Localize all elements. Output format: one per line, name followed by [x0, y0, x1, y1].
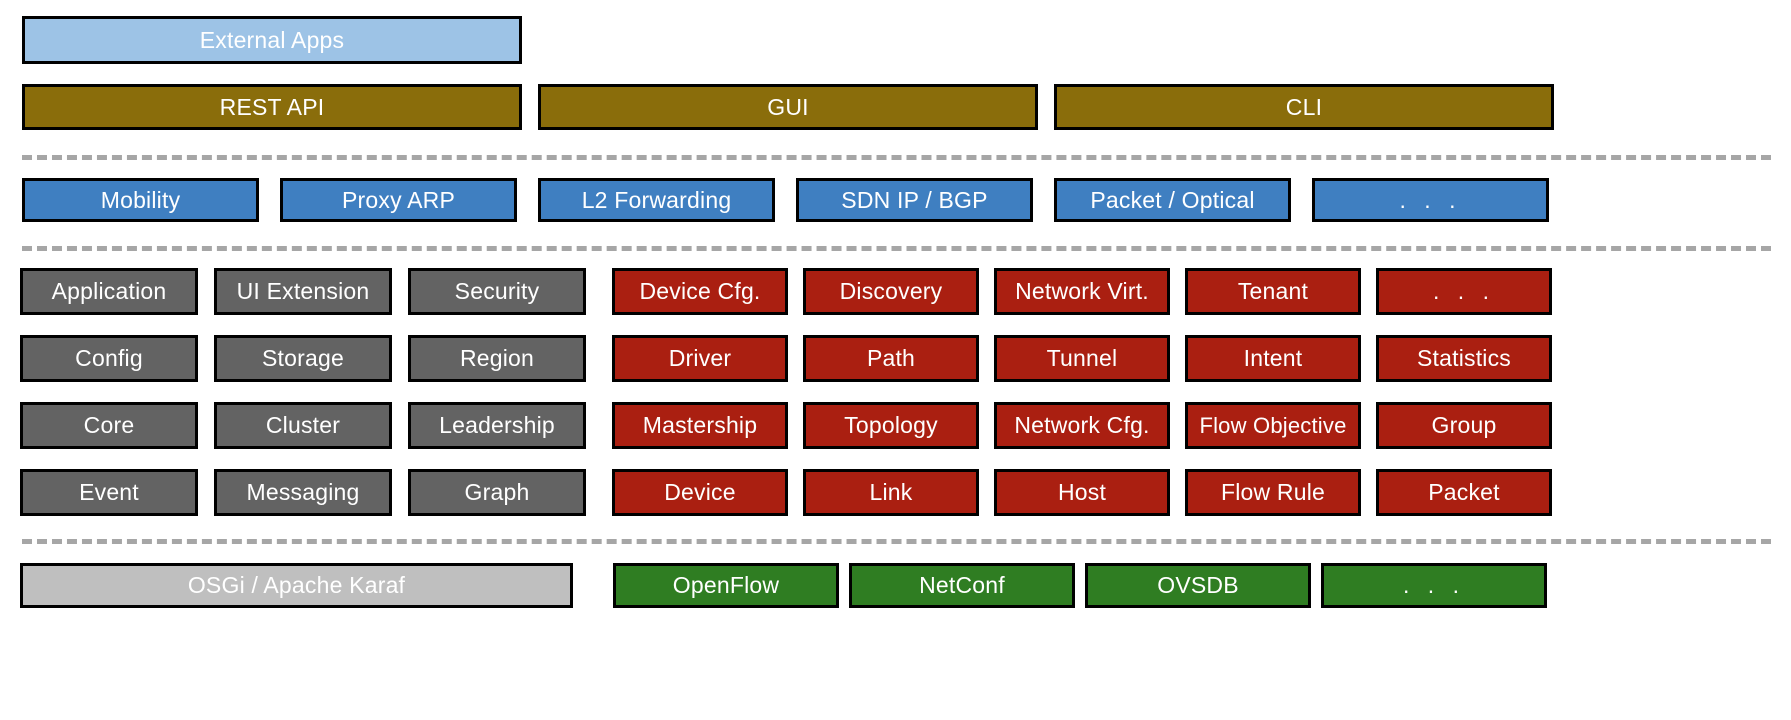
app-l2-forwarding-box[interactable]: L2 Forwarding	[538, 178, 775, 222]
divider-southbound	[22, 539, 1771, 544]
onos-architecture-diagram: External Apps REST API GUI CLI Mobility …	[0, 0, 1791, 720]
core-network-cfg-box[interactable]: Network Cfg.	[994, 402, 1170, 449]
divider-northbound	[22, 155, 1771, 160]
core-config-box[interactable]: Config	[20, 335, 198, 382]
osgi-apache-karaf-box[interactable]: OSGi / Apache Karaf	[20, 563, 573, 608]
core-packet-box[interactable]: Packet	[1376, 469, 1552, 516]
interfaces-row: REST API GUI CLI	[22, 84, 1554, 130]
core-tunnel-box[interactable]: Tunnel	[994, 335, 1170, 382]
core-statistics-box[interactable]: Statistics	[1376, 335, 1552, 382]
core-region-box[interactable]: Region	[408, 335, 586, 382]
core-event-box[interactable]: Event	[20, 469, 198, 516]
app-packet-optical-box[interactable]: Packet / Optical	[1054, 178, 1291, 222]
core-discovery-box[interactable]: Discovery	[803, 268, 979, 315]
app-more-box[interactable]: . . .	[1312, 178, 1549, 222]
divider-applications	[22, 246, 1771, 251]
core-topology-box[interactable]: Topology	[803, 402, 979, 449]
gui-box[interactable]: GUI	[538, 84, 1038, 130]
core-mastership-box[interactable]: Mastership	[612, 402, 788, 449]
rest-api-box[interactable]: REST API	[22, 84, 522, 130]
core-messaging-box[interactable]: Messaging	[214, 469, 392, 516]
core-subsystems-gray-grid: Application UI Extension Security Config…	[20, 268, 586, 516]
core-device-box[interactable]: Device	[612, 469, 788, 516]
core-driver-box[interactable]: Driver	[612, 335, 788, 382]
core-flow-objective-box[interactable]: Flow Objective	[1185, 402, 1361, 449]
cli-box[interactable]: CLI	[1054, 84, 1554, 130]
core-application-box[interactable]: Application	[20, 268, 198, 315]
external-apps-box[interactable]: External Apps	[22, 16, 522, 64]
protocol-more-box[interactable]: . . .	[1321, 563, 1547, 608]
core-host-box[interactable]: Host	[994, 469, 1170, 516]
core-subsystems-red-grid: Device Cfg. Discovery Network Virt. Tena…	[612, 268, 1552, 516]
southbound-protocols-row: OpenFlow NetConf OVSDB . . .	[613, 563, 1547, 608]
app-sdn-ip-bgp-box[interactable]: SDN IP / BGP	[796, 178, 1033, 222]
protocol-ovsdb-box[interactable]: OVSDB	[1085, 563, 1311, 608]
core-storage-box[interactable]: Storage	[214, 335, 392, 382]
app-mobility-box[interactable]: Mobility	[22, 178, 259, 222]
core-intent-box[interactable]: Intent	[1185, 335, 1361, 382]
core-link-box[interactable]: Link	[803, 469, 979, 516]
applications-row: Mobility Proxy ARP L2 Forwarding SDN IP …	[22, 178, 1549, 222]
core-security-box[interactable]: Security	[408, 268, 586, 315]
core-tenant-box[interactable]: Tenant	[1185, 268, 1361, 315]
protocol-netconf-box[interactable]: NetConf	[849, 563, 1075, 608]
protocol-openflow-box[interactable]: OpenFlow	[613, 563, 839, 608]
core-cluster-box[interactable]: Cluster	[214, 402, 392, 449]
core-path-box[interactable]: Path	[803, 335, 979, 382]
core-core-box[interactable]: Core	[20, 402, 198, 449]
core-group-box[interactable]: Group	[1376, 402, 1552, 449]
core-leadership-box[interactable]: Leadership	[408, 402, 586, 449]
core-network-virt-box[interactable]: Network Virt.	[994, 268, 1170, 315]
platform-row: OSGi / Apache Karaf	[20, 563, 573, 608]
external-apps-row: External Apps	[22, 16, 522, 64]
app-proxy-arp-box[interactable]: Proxy ARP	[280, 178, 517, 222]
core-flow-rule-box[interactable]: Flow Rule	[1185, 469, 1361, 516]
core-more-box[interactable]: . . .	[1376, 268, 1552, 315]
core-device-cfg-box[interactable]: Device Cfg.	[612, 268, 788, 315]
core-graph-box[interactable]: Graph	[408, 469, 586, 516]
core-ui-extension-box[interactable]: UI Extension	[214, 268, 392, 315]
